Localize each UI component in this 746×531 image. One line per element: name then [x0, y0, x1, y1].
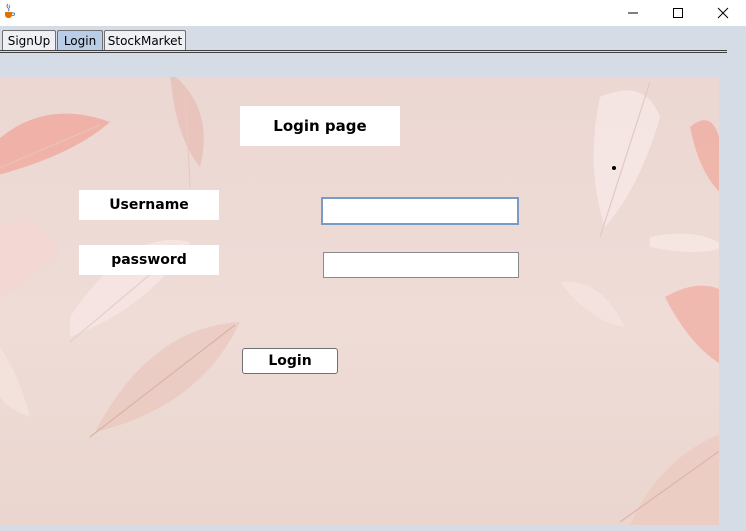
tab-divider [0, 50, 727, 51]
password-label: password [79, 245, 219, 275]
tab-signup[interactable]: SignUp [2, 30, 56, 50]
minimize-button[interactable] [610, 0, 656, 26]
login-panel: Login page Username password Login [0, 77, 719, 525]
close-icon [717, 7, 729, 19]
maximize-button[interactable] [655, 0, 701, 26]
title-bar [0, 0, 746, 26]
minimize-icon [628, 12, 638, 14]
tab-stockmarket[interactable]: StockMarket [104, 30, 186, 50]
password-input[interactable] [323, 252, 519, 278]
page-title: Login page [240, 106, 400, 146]
tab-divider [0, 52, 727, 53]
tab-login[interactable]: Login [57, 30, 103, 50]
mouse-pointer-dot [612, 166, 616, 170]
login-button[interactable]: Login [242, 348, 338, 374]
maximize-icon [673, 8, 683, 18]
username-label: Username [79, 190, 219, 220]
window-bottom-edge [0, 525, 746, 531]
java-cup-icon [2, 3, 16, 19]
close-button[interactable] [700, 0, 746, 26]
window-edge [719, 54, 746, 531]
username-input[interactable] [321, 197, 519, 225]
